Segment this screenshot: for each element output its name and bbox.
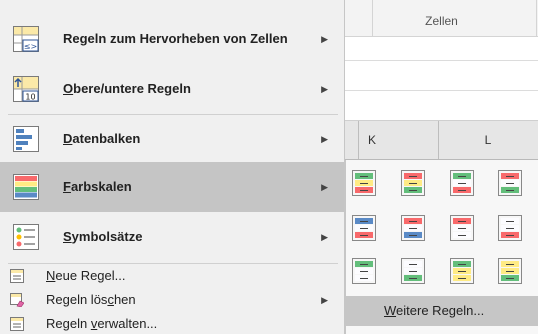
more-rules-button[interactable]: Weitere Regeln...: [346, 296, 538, 326]
swatch-value-line: [458, 264, 466, 265]
swatch-value-line: [506, 235, 514, 236]
swatch-value-line: [409, 221, 417, 222]
color-scale-swatch[interactable]: [401, 215, 425, 241]
gridline: [345, 90, 538, 91]
swatch-value-line: [360, 190, 368, 191]
swatch-value-line: [360, 176, 368, 177]
menu-item-icon-sets[interactable]: Symbolsätze ▶: [0, 212, 344, 262]
swatch-value-line: [409, 271, 417, 272]
color-scales-submenu: Weitere Regeln...: [345, 160, 538, 334]
swatch-value-line: [458, 176, 466, 177]
color-scale-swatch[interactable]: [498, 258, 522, 284]
swatch-value-line: [506, 176, 514, 177]
swatch-value-line: [360, 221, 368, 222]
column-header-k[interactable]: K: [358, 121, 438, 159]
swatch-value-line: [409, 176, 417, 177]
color-scale-swatch[interactable]: [450, 258, 474, 284]
color-scale-swatch[interactable]: [450, 215, 474, 241]
icon-sets-icon: [13, 224, 39, 250]
menu-item-top-bottom-rules[interactable]: 10 Obere/untere Regeln ▶: [0, 64, 344, 114]
menu-item-label: Symbolsätze: [63, 229, 143, 244]
color-scale-swatch[interactable]: [352, 215, 376, 241]
menu-item-label: Regeln zum Hervorheben von Zellen: [63, 31, 288, 46]
menu-item-manage-rules[interactable]: Regeln verwalten...: [0, 312, 344, 336]
swatch-value-line: [506, 264, 514, 265]
menu-item-label: Datenbalken: [63, 131, 141, 146]
swatch-value-line: [506, 271, 514, 272]
submenu-arrow-icon: ▶: [321, 84, 328, 94]
swatch-value-line: [360, 183, 368, 184]
svg-text:≤>: ≤>: [24, 42, 37, 51]
swatch-value-line: [409, 278, 417, 279]
menu-item-label: Farbskalen: [63, 179, 132, 194]
swatch-value-line: [360, 264, 368, 265]
swatch-value-line: [506, 190, 514, 191]
submenu-arrow-icon: ▶: [321, 295, 328, 305]
swatch-value-line: [458, 183, 466, 184]
swatch-value-line: [458, 228, 466, 229]
menu-item-label: Obere/untere Regeln: [63, 81, 191, 96]
menu-item-highlight-cells-rules[interactable]: ≤> Regeln zum Hervorheben von Zellen ▶: [0, 14, 344, 64]
menu-item-new-rule[interactable]: Neue Regel...: [0, 264, 344, 288]
more-rules-label: Weitere Regeln...: [384, 303, 485, 318]
clear-rules-icon: [10, 293, 24, 307]
gridline: [345, 60, 538, 61]
color-scale-swatch[interactable]: [352, 170, 376, 196]
column-header-l[interactable]: L: [438, 121, 538, 159]
submenu-arrow-icon: ▶: [321, 182, 328, 192]
column-header-row: K L: [345, 120, 538, 160]
swatch-value-line: [458, 190, 466, 191]
color-scale-swatch[interactable]: [401, 170, 425, 196]
swatch-value-line: [506, 221, 514, 222]
ribbon-group-label: Zellen: [425, 14, 458, 28]
color-scale-swatch[interactable]: [401, 258, 425, 284]
swatch-value-line: [360, 271, 368, 272]
swatch-value-line: [458, 271, 466, 272]
swatch-value-line: [409, 190, 417, 191]
data-bars-icon: [13, 126, 39, 152]
swatch-value-line: [360, 228, 368, 229]
swatch-value-line: [506, 278, 514, 279]
swatch-value-line: [409, 264, 417, 265]
menu-item-clear-rules[interactable]: Regeln löschen ▶: [0, 288, 344, 312]
menu-item-label: Regeln verwalten...: [46, 316, 158, 331]
color-scale-swatch[interactable]: [498, 215, 522, 241]
color-scale-swatch[interactable]: [450, 170, 474, 196]
new-rule-icon: [10, 269, 24, 283]
swatch-value-line: [409, 228, 417, 229]
menu-item-label: Neue Regel...: [46, 268, 126, 283]
swatch-value-line: [409, 235, 417, 236]
submenu-arrow-icon: ▶: [321, 34, 328, 44]
menu-item-label: Regeln löschen: [46, 292, 136, 307]
color-scale-swatch[interactable]: [352, 258, 376, 284]
swatch-value-line: [458, 235, 466, 236]
submenu-arrow-icon: ▶: [321, 232, 328, 242]
column-header-j[interactable]: [345, 121, 358, 159]
swatch-value-line: [458, 221, 466, 222]
swatch-value-line: [409, 183, 417, 184]
swatch-value-line: [506, 228, 514, 229]
svg-text:10: 10: [25, 93, 35, 102]
swatch-value-line: [360, 278, 368, 279]
manage-rules-icon: [10, 317, 24, 331]
swatch-value-line: [458, 278, 466, 279]
submenu-arrow-icon: ▶: [321, 134, 328, 144]
menu-item-data-bars[interactable]: Datenbalken ▶: [0, 114, 344, 164]
menu-item-color-scales[interactable]: Farbskalen ▶: [0, 162, 344, 212]
color-scale-swatch[interactable]: [498, 170, 522, 196]
highlight-cells-rules-icon: ≤>: [13, 26, 39, 52]
top-bottom-rules-icon: 10: [13, 76, 39, 102]
conditional-formatting-menu: ≤> Regeln zum Hervorheben von Zellen ▶ 1…: [0, 0, 345, 334]
swatch-value-line: [506, 183, 514, 184]
color-scales-icon: [13, 174, 39, 200]
swatch-value-line: [360, 235, 368, 236]
